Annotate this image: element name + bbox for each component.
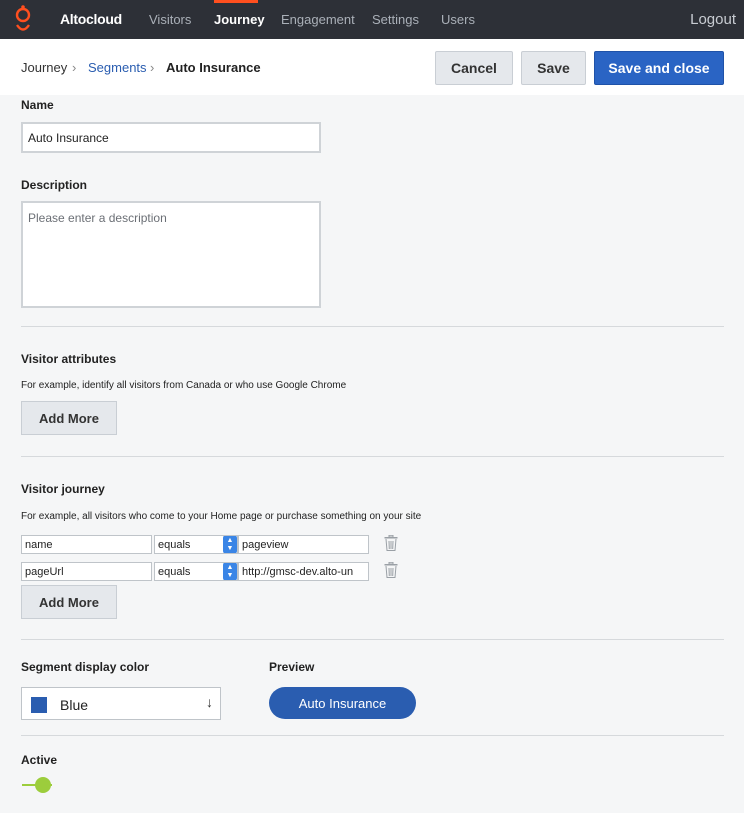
arrow-down-icon: ↓ (206, 694, 213, 710)
section-divider (21, 735, 724, 736)
breadcrumb-separator-icon: › (72, 60, 77, 75)
section-divider (21, 326, 724, 327)
name-input[interactable]: Auto Insurance (21, 122, 321, 153)
trash-icon[interactable] (384, 562, 398, 578)
color-select-value: Blue (60, 697, 89, 713)
nav-item-visitors[interactable]: Visitors (149, 12, 191, 27)
journey-operator-select[interactable]: equals ▲ ▼ (154, 562, 238, 581)
nav-item-users[interactable]: Users (441, 12, 475, 27)
select-arrows-icon: ▲ ▼ (223, 563, 237, 580)
brand-name[interactable]: Altocloud (60, 11, 122, 27)
visitor-attributes-title: Visitor attributes (21, 352, 117, 366)
trash-icon[interactable] (384, 535, 398, 551)
operator-value: equals (158, 565, 191, 578)
active-toggle-knob[interactable] (35, 777, 51, 793)
segment-color-label: Segment display color (21, 660, 150, 674)
nav-item-journey[interactable]: Journey (214, 12, 265, 27)
visitor-attributes-hint: For example, identify all visitors from … (21, 380, 347, 391)
breadcrumb-separator-icon: › (150, 60, 155, 75)
color-swatch (31, 697, 47, 713)
journey-value-input[interactable]: http://gmsc-dev.alto-un (238, 562, 369, 581)
add-more-attributes-button[interactable]: Add More (21, 401, 117, 435)
description-textarea[interactable]: Please enter a description (21, 201, 321, 308)
save-and-close-button[interactable]: Save and close (594, 51, 724, 85)
add-more-journey-button[interactable]: Add More (21, 585, 117, 619)
section-divider (21, 639, 724, 640)
nav-item-engagement[interactable]: Engagement (281, 12, 355, 27)
description-label: Description (21, 178, 88, 192)
select-arrows-icon: ▲ ▼ (223, 536, 237, 553)
visitor-journey-hint: For example, all visitors who come to yo… (21, 511, 422, 522)
altocloud-logo-icon (15, 5, 31, 31)
cancel-button[interactable]: Cancel (435, 51, 513, 85)
visitor-journey-title: Visitor journey (21, 482, 105, 496)
top-navigation-bar: Altocloud Visitors Journey Engagement Se… (0, 0, 744, 39)
active-tab-indicator (214, 0, 258, 3)
journey-operator-select[interactable]: equals ▲ ▼ (154, 535, 238, 554)
breadcrumb-current: Auto Insurance (166, 60, 261, 75)
section-divider (21, 456, 724, 457)
segment-color-select[interactable]: Blue ↓ (21, 687, 221, 720)
operator-value: equals (158, 538, 191, 551)
preview-label: Preview (269, 660, 315, 674)
breadcrumb-segments[interactable]: Segments (88, 60, 147, 75)
name-label: Name (21, 98, 54, 112)
active-label: Active (21, 753, 58, 767)
journey-field-input[interactable]: name (21, 535, 152, 554)
nav-item-settings[interactable]: Settings (372, 12, 419, 27)
save-button[interactable]: Save (521, 51, 586, 85)
breadcrumb-journey[interactable]: Journey (21, 60, 67, 75)
segment-preview-pill: Auto Insurance (269, 687, 416, 719)
journey-value-input[interactable]: pageview (238, 535, 369, 554)
logout-link[interactable]: Logout (690, 11, 736, 28)
journey-field-input[interactable]: pageUrl (21, 562, 152, 581)
